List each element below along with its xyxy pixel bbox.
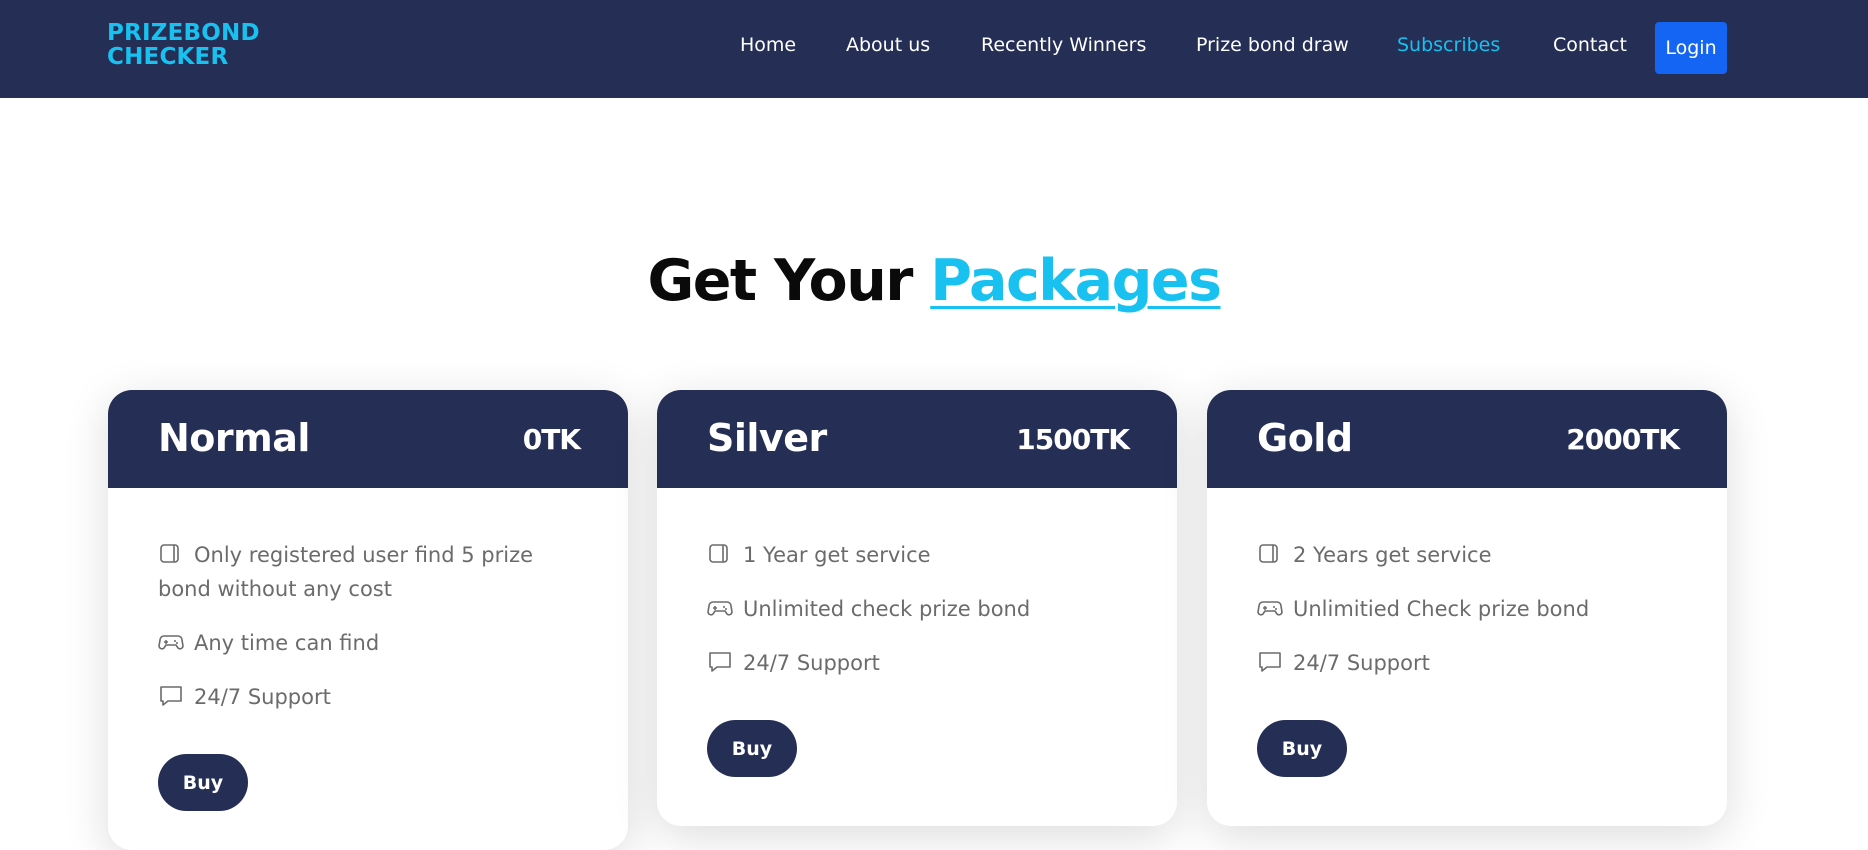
feature-item: Unlimited check prize bond (707, 592, 1127, 626)
gamepad-icon (707, 595, 733, 617)
feature-item: 2 Years get service (1257, 538, 1677, 572)
feature-item: 24/7 Support (158, 680, 578, 714)
feature-item: 24/7 Support (1257, 646, 1677, 680)
package-card-gold: Gold 2000TK 2 Years get service Unlimitied … (1207, 390, 1727, 826)
feature-item: Unlimitied Check prize bond (1257, 592, 1677, 626)
tablet-icon (707, 541, 733, 563)
section-heading: Get Your Packages (0, 248, 1868, 314)
package-features: Only registered user find 5 prize bond w… (108, 488, 628, 714)
feature-item: 1 Year get service (707, 538, 1127, 572)
package-features: 1 Year get service Unlimited check prize … (657, 488, 1177, 680)
package-card-normal: Normal 0TK Only registered user find 5 pri… (108, 390, 628, 850)
gamepad-icon (158, 629, 184, 651)
feature-text: Unlimitied Check prize bond (1293, 597, 1590, 621)
feature-text: 24/7 Support (194, 685, 331, 709)
buy-button[interactable]: Buy (1257, 720, 1347, 777)
package-name: Gold (1257, 416, 1353, 460)
feature-item: Any time can find (158, 626, 578, 660)
login-button[interactable]: Login (1655, 22, 1727, 74)
gamepad-icon (1257, 595, 1283, 617)
package-price: 1500TK (1016, 423, 1130, 456)
nav-draw-link[interactable]: Prize bond draw (1196, 34, 1349, 56)
package-price: 0TK (522, 423, 581, 456)
nav-about-link[interactable]: About us (846, 34, 930, 56)
heading-prefix: Get Your (647, 248, 931, 314)
feature-text: 24/7 Support (743, 651, 880, 675)
package-card-header: Normal 0TK (108, 390, 628, 488)
feature-text: Only registered user find 5 prize bond w… (158, 543, 534, 601)
tablet-icon (158, 541, 184, 563)
chat-icon (1257, 649, 1283, 672)
package-name: Silver (707, 416, 827, 460)
chat-icon (707, 649, 733, 672)
tablet-icon (1257, 541, 1283, 563)
feature-text: 24/7 Support (1293, 651, 1430, 675)
buy-button[interactable]: Buy (158, 754, 248, 811)
nav-winners-link[interactable]: Recently Winners (981, 34, 1146, 56)
package-card-header: Gold 2000TK (1207, 390, 1727, 488)
package-card-header: Silver 1500TK (657, 390, 1177, 488)
nav-home-link[interactable]: Home (740, 34, 796, 56)
buy-button[interactable]: Buy (707, 720, 797, 777)
feature-text: 2 Years get service (1293, 543, 1492, 567)
package-features: 2 Years get service Unlimitied Check priz… (1207, 488, 1727, 680)
nav-links: Home About us Recently Winners Prize bon… (0, 0, 1868, 98)
heading-accent: Packages (930, 248, 1222, 314)
feature-text: Any time can find (194, 631, 380, 655)
package-card-silver: Silver 1500TK 1 Year get service Unlimited … (657, 390, 1177, 826)
feature-item: Only registered user find 5 prize bond w… (158, 538, 578, 606)
chat-icon (158, 683, 184, 706)
nav-subscribes-link[interactable]: Subscribes (1397, 34, 1500, 56)
feature-text: Unlimited check prize bond (743, 597, 1031, 621)
package-name: Normal (158, 416, 310, 460)
package-price: 2000TK (1566, 423, 1680, 456)
feature-item: 24/7 Support (707, 646, 1127, 680)
nav-contact-link[interactable]: Contact (1553, 34, 1627, 56)
feature-text: 1 Year get service (743, 543, 931, 567)
top-navbar: PRIZEBOND CHECKER Home About us Recently… (0, 0, 1868, 98)
